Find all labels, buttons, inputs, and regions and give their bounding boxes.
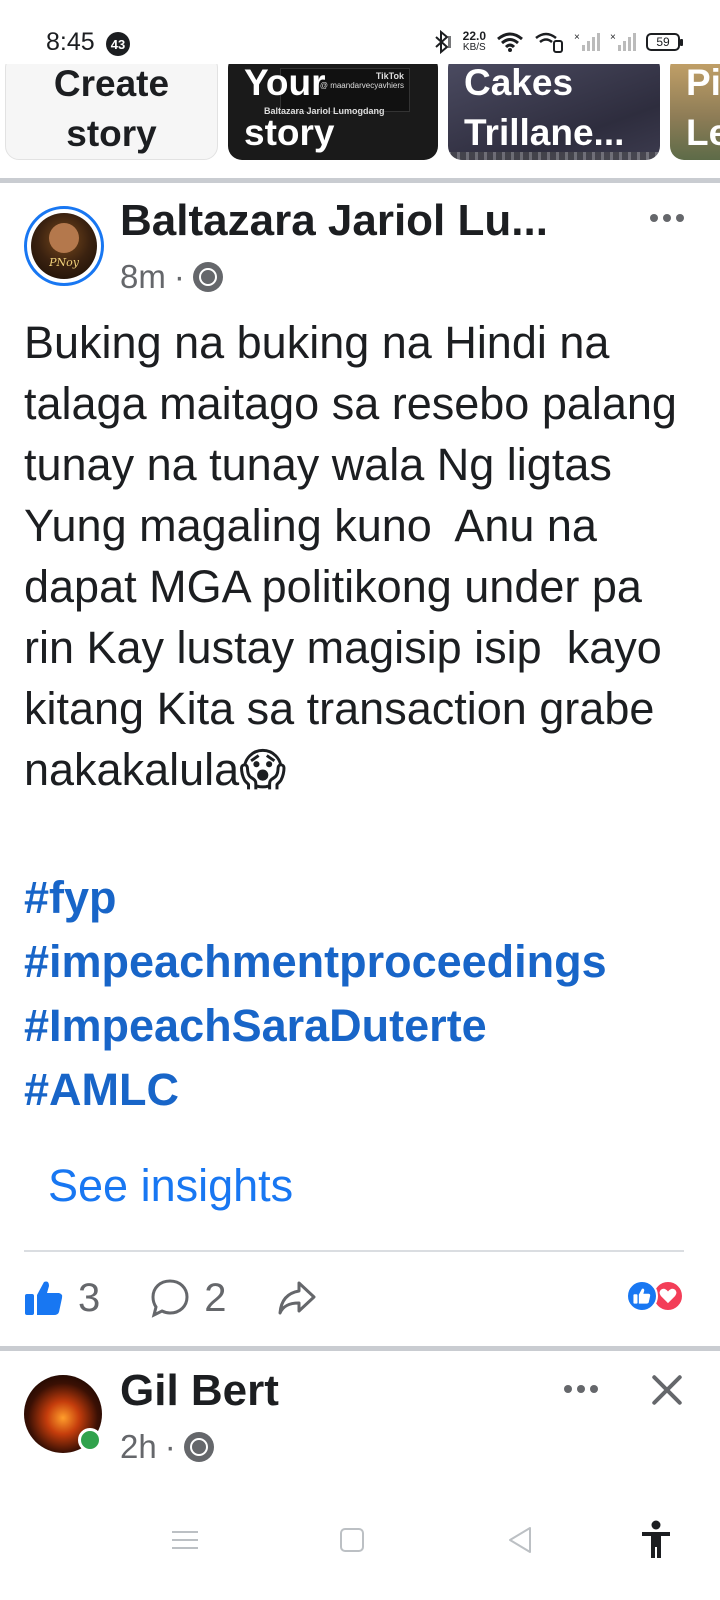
more-icon-dot (650, 214, 658, 222)
post-meta: 8m · (120, 258, 223, 296)
home-icon (340, 1528, 364, 1552)
globe-icon (183, 1432, 214, 1462)
avatar-face (49, 223, 79, 253)
avatar-text: PNoy (49, 256, 79, 269)
signal-icon-2: × (610, 32, 636, 51)
share-button[interactable] (277, 1280, 317, 1316)
create-story-card[interactable]: Create story (5, 64, 218, 160)
accessibility-icon (642, 1520, 670, 1558)
close-icon[interactable] (646, 1368, 688, 1410)
hashtag-link[interactable]: #ImpeachSaraDuterte (24, 994, 704, 1058)
meta-separator: · (173, 258, 185, 295)
story-partial-label: Pi Le (686, 64, 720, 153)
status-bar: 8:45 43 22.0 KB/S × × 59 (0, 0, 720, 64)
wifi-icon (497, 32, 523, 52)
more-icon-dot (663, 214, 671, 222)
your-story-card[interactable]: TikTok @ maandarvecyavhiers Baltazara Ja… (228, 64, 438, 160)
network-speed: 22.0 KB/S (462, 29, 486, 53)
more-icon-dot (564, 1385, 572, 1393)
meta-separator: · (164, 1428, 176, 1465)
feed-divider (0, 178, 720, 183)
comment-icon (151, 1279, 189, 1318)
story-card-partial[interactable]: Pi Le (670, 64, 720, 160)
globe-icon (192, 262, 223, 292)
comment-button[interactable]: 2 (150, 1275, 227, 1321)
post-hashtags: #fyp #impeachmentproceedings #ImpeachSar… (24, 866, 704, 1122)
system-nav-bar (0, 1488, 720, 1600)
stories-row[interactable]: Create story TikTok @ maandarvecyavhiers… (0, 64, 720, 164)
back-icon (509, 1527, 531, 1553)
menu-icon (172, 1531, 198, 1549)
story-card-cakes[interactable]: Cakes Trillane... (448, 64, 660, 160)
post-author-avatar[interactable]: PNoy (31, 213, 97, 279)
bluetooth-icon (434, 30, 451, 54)
like-reaction-icon (626, 1280, 658, 1312)
hashtag-link[interactable]: #AMLC (24, 1058, 704, 1122)
post-actions-divider (24, 1250, 684, 1252)
wifi-calling-icon (535, 32, 563, 53)
signal-icon: × (574, 32, 600, 51)
share-icon (278, 1281, 315, 1315)
post-body-text: Buking na buking na Hindi na talaga mait… (24, 317, 690, 795)
post-more-button[interactable] (650, 214, 684, 222)
post-more-button[interactable] (564, 1385, 598, 1393)
network-speed-value: 22.0 (462, 29, 486, 43)
reaction-summary[interactable] (626, 1280, 684, 1312)
accessibility-button[interactable] (626, 1510, 686, 1570)
home-button[interactable] (322, 1510, 382, 1570)
comment-count: 2 (204, 1275, 227, 1320)
like-count: 3 (78, 1275, 101, 1320)
status-icons: 22.0 KB/S × × 59 (431, 29, 683, 54)
post-meta: 2h · (120, 1428, 214, 1466)
post-time[interactable]: 8m (120, 258, 166, 296)
more-icon-dot (590, 1385, 598, 1393)
more-icon-dot (577, 1385, 585, 1393)
menu-button[interactable] (155, 1510, 215, 1570)
status-time: 8:45 (46, 28, 95, 56)
like-icon (25, 1281, 63, 1315)
svg-text:×: × (574, 32, 580, 43)
post-actions: 3 2 (24, 1270, 367, 1326)
hashtag-link[interactable]: #fyp (24, 866, 704, 930)
post-time[interactable]: 2h (120, 1428, 157, 1466)
your-story-label: Your story (244, 64, 335, 153)
svg-text:×: × (610, 32, 616, 43)
notification-count-badge: 43 (106, 32, 130, 56)
post-author-name[interactable]: Baltazara Jariol Lu... (120, 196, 590, 246)
feed-divider (0, 1346, 720, 1351)
battery-icon: 59 (646, 33, 683, 51)
online-status-dot (78, 1428, 102, 1452)
network-speed-unit: KB/S (462, 42, 486, 53)
more-icon-dot (676, 214, 684, 222)
hashtag-link[interactable]: #impeachmentproceedings (24, 930, 704, 994)
create-story-label: Create story (53, 64, 170, 154)
back-button[interactable] (490, 1510, 550, 1570)
like-button[interactable]: 3 (24, 1276, 100, 1321)
post-author-name[interactable]: Gil Bert (120, 1366, 279, 1416)
see-insights-button[interactable]: See insights (48, 1160, 293, 1212)
story-cakes-label: Cakes Trillane... (464, 64, 625, 153)
